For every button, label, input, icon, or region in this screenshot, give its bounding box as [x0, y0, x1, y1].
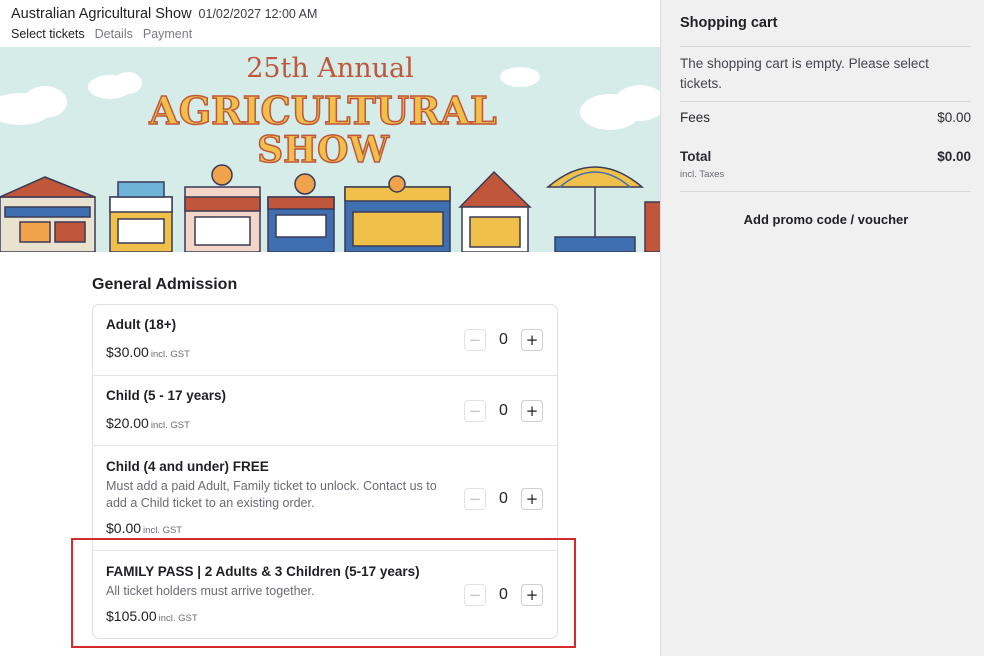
- quantity-stepper: − 0 +: [464, 584, 545, 606]
- ticket-row: Child (5 - 17 years) $20.00 incl. GST − 0…: [93, 376, 557, 446]
- increase-button[interactable]: +: [521, 400, 543, 422]
- shopping-cart-panel: Shopping cart The shopping cart is empty…: [660, 0, 984, 656]
- cart-title: Shopping cart: [680, 15, 778, 31]
- decrease-button[interactable]: −: [464, 329, 486, 351]
- quantity-stepper: − 0 +: [464, 329, 545, 351]
- price-suffix: incl. GST: [150, 349, 190, 360]
- quantity-value: 0: [499, 331, 508, 348]
- step-details[interactable]: Details: [95, 27, 133, 41]
- ticket-name: Child (5 - 17 years): [106, 388, 227, 403]
- increase-button[interactable]: +: [521, 329, 543, 351]
- total-label: Total: [680, 149, 712, 164]
- decrease-button[interactable]: −: [464, 400, 486, 422]
- tax-note: incl. Taxes: [680, 169, 725, 180]
- ticket-name: Child (4 and under) FREE: [106, 459, 269, 474]
- main-panel: Australian Agricultural Show 01/02/2027 …: [0, 0, 660, 656]
- cart-empty-message: The shopping cart is empty. Please selec…: [680, 56, 929, 91]
- banner-illustration: 25th Annual AGRICULTURAL SHOW: [0, 47, 660, 252]
- increase-button[interactable]: +: [521, 584, 543, 606]
- ticket-description: All ticket holders must arrive together.: [106, 584, 315, 598]
- ticket-name: FAMILY PASS | 2 Adults & 3 Children (5-1…: [106, 564, 420, 579]
- divider: [680, 191, 971, 192]
- divider: [680, 46, 971, 47]
- promo-code-button[interactable]: Add promo code / voucher: [661, 212, 984, 227]
- quantity-value: 0: [499, 586, 508, 603]
- event-banner: 25th Annual AGRICULTURAL SHOW: [0, 47, 660, 252]
- price-suffix: incl. GST: [158, 613, 198, 624]
- checkout-steps: Select tickets Details Payment: [11, 27, 317, 41]
- ticket-list: Adult (18+) $30.00 incl. GST − 0 + Child …: [92, 304, 558, 639]
- decrease-button[interactable]: −: [464, 584, 486, 606]
- total-value: $0.00: [937, 149, 971, 164]
- ticket-price: $30.00 incl. GST: [106, 344, 190, 360]
- quantity-stepper: − 0 +: [464, 488, 545, 510]
- ticket-row: FAMILY PASS | 2 Adults & 3 Children (5-1…: [93, 551, 557, 639]
- increase-button[interactable]: +: [521, 488, 543, 510]
- quantity-value: 0: [499, 490, 508, 507]
- ticket-description: Must add a paid Adult, Family ticket to …: [106, 479, 437, 510]
- quantity-stepper: − 0 +: [464, 400, 545, 422]
- event-header: Australian Agricultural Show 01/02/2027 …: [11, 6, 317, 41]
- step-select-tickets[interactable]: Select tickets: [11, 27, 85, 41]
- event-title: Australian Agricultural Show: [11, 6, 192, 22]
- ticket-name: Adult (18+): [106, 317, 177, 332]
- fees-label: Fees: [680, 110, 711, 125]
- fees-value: $0.00: [937, 110, 971, 125]
- ticket-price: $20.00 incl. GST: [106, 415, 190, 431]
- banner-line-3: SHOW: [257, 129, 389, 171]
- ticket-row: Child (4 and under) FREE Must add a paid…: [93, 446, 557, 551]
- banner-line-2: AGRICULTURAL: [148, 88, 497, 133]
- event-datetime: 01/02/2027 12:00 AM: [198, 7, 318, 21]
- banner-line-1: 25th Annual: [246, 53, 414, 84]
- divider: [680, 101, 971, 102]
- decrease-button[interactable]: −: [464, 488, 486, 510]
- quantity-value: 0: [499, 402, 508, 419]
- ticket-price: $0.00 incl. GST: [106, 520, 183, 536]
- step-payment[interactable]: Payment: [143, 27, 192, 41]
- price-suffix: incl. GST: [143, 525, 183, 536]
- ticket-row: Adult (18+) $30.00 incl. GST − 0 +: [93, 305, 557, 376]
- price-suffix: incl. GST: [150, 420, 190, 431]
- section-title: General Admission: [92, 276, 238, 293]
- ticket-price: $105.00 incl. GST: [106, 608, 198, 624]
